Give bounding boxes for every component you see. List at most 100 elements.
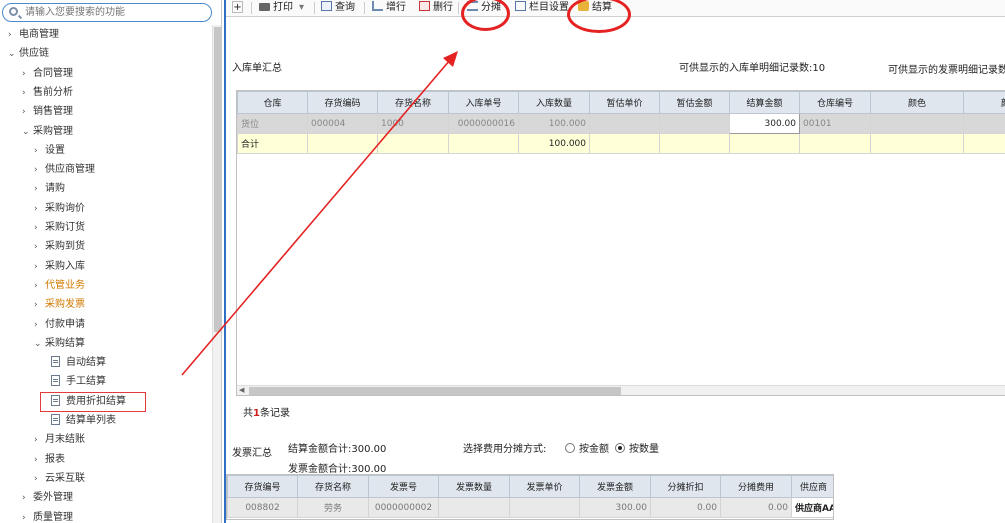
column-header[interactable]: 存货名称 [297, 475, 369, 498]
sidebar-item[interactable]: › 报表 [34, 452, 65, 468]
sidebar-item[interactable]: › 电商管理 [8, 27, 59, 43]
table-cell[interactable]: 供应商AAA [791, 497, 833, 518]
column-header[interactable]: 结算金额 [729, 91, 800, 114]
column-settings-button[interactable]: 栏目设置 [515, 1, 569, 15]
chevron-right-icon[interactable]: › [34, 259, 45, 275]
column-header[interactable]: 仓库编号 [799, 91, 871, 114]
search-box[interactable] [2, 3, 212, 22]
column-header[interactable]: 入库单号 [448, 91, 519, 114]
sidebar-item[interactable]: 手工结算 [51, 374, 106, 390]
table-row[interactable]: 008802劳务0000000002300.000.000.00供应商AAA [227, 497, 833, 518]
sidebar-item[interactable]: › 供应商管理 [34, 162, 95, 178]
radio-by-amount[interactable]: 按金额 [565, 440, 609, 455]
column-header[interactable]: 发票金额 [579, 475, 651, 498]
column-header[interactable]: 入库数量 [518, 91, 590, 114]
table-cell[interactable]: 008802 [227, 497, 298, 518]
sidebar-item[interactable]: ⌄ 采购管理 [22, 124, 73, 140]
grid-horizontal-scrollbar[interactable]: ◀ [237, 385, 1005, 395]
sidebar-item[interactable]: › 售前分析 [22, 85, 73, 101]
sidebar-item[interactable]: › 云采互联 [34, 471, 85, 487]
delete-row-button[interactable]: 删行 [419, 1, 453, 15]
chevron-down-icon[interactable]: ⌄ [8, 46, 19, 62]
chevron-right-icon[interactable]: › [22, 66, 33, 82]
column-header[interactable]: 颜 [963, 91, 1005, 114]
sidebar-scrollbar[interactable] [212, 25, 221, 523]
chevron-right-icon[interactable]: › [34, 471, 45, 487]
sidebar-item[interactable]: › 销售管理 [22, 104, 73, 120]
sidebar-item[interactable]: 结算单列表 [51, 413, 116, 429]
column-header[interactable]: 发票号 [368, 475, 439, 498]
table-cell[interactable] [509, 497, 580, 518]
scrollbar-thumb[interactable] [249, 387, 621, 395]
column-header[interactable]: 分摊费用 [720, 475, 792, 498]
column-header[interactable]: 仓库 [237, 91, 308, 114]
chevron-right-icon[interactable]: › [34, 201, 45, 217]
chevron-right-icon[interactable]: › [22, 510, 33, 523]
chevron-right-icon[interactable]: › [8, 27, 19, 43]
sidebar-item[interactable]: › 月末结账 [34, 432, 85, 448]
column-header[interactable]: 分摊折扣 [650, 475, 721, 498]
sidebar-item[interactable]: › 委外管理 [22, 490, 73, 506]
table-cell[interactable] [870, 113, 964, 134]
column-header[interactable]: 发票数量 [438, 475, 510, 498]
column-header[interactable]: 暂估单价 [589, 91, 660, 114]
add-row-button[interactable]: 增行 [372, 1, 406, 15]
chevron-right-icon[interactable]: › [22, 85, 33, 101]
query-button[interactable]: 查询 [321, 1, 355, 15]
column-header[interactable]: 存货编号 [227, 475, 298, 498]
add-tab-button[interactable]: + [232, 1, 243, 13]
chevron-right-icon[interactable]: › [34, 239, 45, 255]
chevron-right-icon[interactable]: › [34, 143, 45, 159]
chevron-right-icon[interactable]: › [34, 220, 45, 236]
sidebar-item[interactable]: › 请购 [34, 181, 65, 197]
sidebar-item[interactable]: › 采购到货 [34, 239, 85, 255]
sidebar-item[interactable]: › 采购入库 [34, 259, 85, 275]
table-cell[interactable] [438, 497, 510, 518]
table-cell[interactable]: 300.00 [579, 497, 651, 518]
sidebar-item[interactable]: › 付款申请 [34, 317, 85, 333]
table-cell[interactable]: 0000000016 [448, 113, 519, 134]
chevron-right-icon[interactable]: › [34, 452, 45, 468]
sidebar-item[interactable]: ⌄ 供应链 [8, 46, 49, 62]
table-cell[interactable] [589, 113, 660, 134]
search-input[interactable] [25, 5, 205, 20]
column-header[interactable]: 存货名称 [377, 91, 449, 114]
sidebar-item[interactable]: › 采购询价 [34, 201, 85, 217]
column-header[interactable]: 存货编码 [307, 91, 378, 114]
table-cell[interactable] [963, 113, 1005, 134]
table-cell[interactable]: 0.00 [720, 497, 792, 518]
table-row[interactable]: 货位 000004 1000 0000000016 100.000 300.00 00101 [237, 113, 1005, 134]
chevron-right-icon[interactable]: › [34, 162, 45, 178]
chevron-right-icon[interactable]: › [22, 490, 33, 506]
column-header[interactable]: 供应商 [791, 475, 833, 498]
scrollbar-thumb[interactable] [214, 27, 221, 332]
sidebar-item[interactable]: › 采购发票 [34, 297, 85, 313]
radio-by-quantity[interactable]: 按数量 [615, 440, 659, 455]
table-cell[interactable]: 300.00 [729, 113, 800, 134]
print-button[interactable]: 打印 ▾ [259, 1, 304, 15]
table-cell[interactable]: 劳务 [297, 497, 369, 518]
column-header[interactable]: 颜色 [870, 91, 964, 114]
sidebar-item[interactable]: › 代管业务 [34, 278, 85, 294]
sidebar-item[interactable]: › 合同管理 [22, 66, 73, 82]
chevron-down-icon[interactable]: ⌄ [34, 336, 45, 352]
table-cell[interactable]: 1000 [377, 113, 449, 134]
sidebar-item[interactable]: › 设置 [34, 143, 65, 159]
table-cell[interactable] [659, 113, 730, 134]
dropdown-arrow-icon[interactable]: ▾ [299, 2, 304, 13]
column-header[interactable]: 暂估金额 [659, 91, 730, 114]
chevron-right-icon[interactable]: › [34, 317, 45, 333]
table-cell[interactable]: 0000000002 [368, 497, 439, 518]
chevron-right-icon[interactable]: › [34, 432, 45, 448]
sidebar-item[interactable]: › 质量管理 [22, 510, 73, 523]
chevron-down-icon[interactable]: ⌄ [22, 124, 33, 140]
sidebar-item[interactable]: ⌄ 采购结算 [34, 336, 85, 352]
table-cell[interactable]: 00101 [799, 113, 871, 134]
scroll-left-icon[interactable]: ◀ [239, 386, 244, 394]
table-cell[interactable]: 货位 [237, 113, 308, 134]
sidebar-item[interactable]: › 采购订货 [34, 220, 85, 236]
table-cell[interactable]: 000004 [307, 113, 378, 134]
table-cell[interactable]: 0.00 [650, 497, 721, 518]
chevron-right-icon[interactable]: › [34, 297, 45, 313]
radio-selected-icon[interactable] [615, 443, 625, 453]
